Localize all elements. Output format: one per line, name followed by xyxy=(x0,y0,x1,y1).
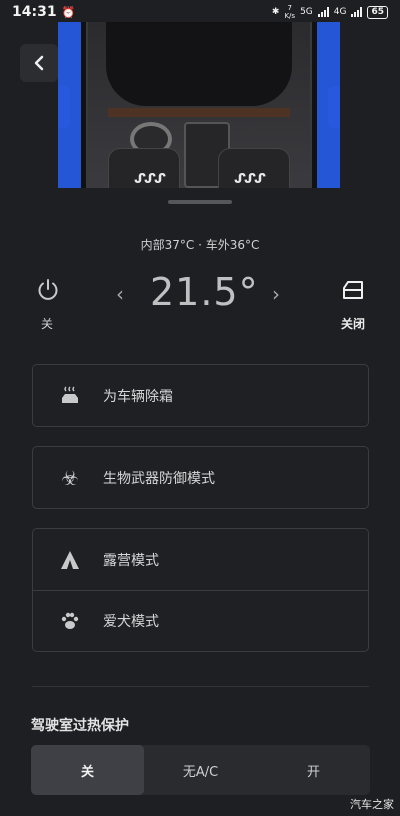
network-speed: 7 K/s xyxy=(284,4,296,20)
overheat-option-off[interactable]: 关 xyxy=(31,745,144,795)
chevron-left-icon xyxy=(34,55,44,71)
status-indicators: ✱ 7 K/s 5G 4G 65 xyxy=(272,4,388,20)
battery-indicator: 65 xyxy=(367,5,388,19)
temperature-readout: 内部37°C · 车外36°C xyxy=(140,238,260,252)
power-label: 关 xyxy=(41,317,54,331)
biohazard-icon: ☣ xyxy=(61,465,79,490)
camp-dog-card: 露营模式 爱犬模式 xyxy=(32,528,369,652)
cabin-overheat-title: 驾驶室过热保护 xyxy=(31,718,129,734)
overheat-option-no-ac[interactable]: 无A/C xyxy=(144,745,257,795)
defrost-card[interactable]: 为车辆除霜 xyxy=(32,364,369,427)
status-time: 14:31 xyxy=(12,4,57,20)
right-mirror xyxy=(328,86,340,128)
section-divider xyxy=(32,686,369,687)
temperature-setpoint: 21.5° xyxy=(150,270,259,314)
window-label: 关闭 xyxy=(341,317,366,331)
bioweapon-label: 生物武器防御模式 xyxy=(103,470,215,487)
window-icon[interactable] xyxy=(341,279,365,301)
signal-strength-icon xyxy=(317,7,329,17)
defrost-car-icon xyxy=(53,385,87,407)
cabin-overheat-segmented-control: 关 无A/C 开 xyxy=(31,745,370,795)
status-bar: 14:31 ⏰ ✱ 7 K/s 5G 4G 65 xyxy=(0,0,400,24)
dashboard-trim xyxy=(108,108,290,117)
temp-up-chevron-icon[interactable]: › xyxy=(272,282,280,306)
dog-label: 爱犬模式 xyxy=(103,614,159,630)
dog-row[interactable]: 爱犬模式 xyxy=(33,590,368,651)
drag-handle[interactable] xyxy=(168,200,232,204)
temp-down-chevron-icon[interactable]: ‹ xyxy=(116,282,124,306)
power-icon[interactable] xyxy=(36,278,60,302)
alarm-icon: ⏰ xyxy=(61,5,76,19)
left-mirror xyxy=(58,86,70,128)
camp-row[interactable]: 露营模式 xyxy=(33,529,368,590)
overheat-option-on[interactable]: 开 xyxy=(257,745,370,795)
signal-2-label: 4G xyxy=(333,7,347,17)
tent-icon xyxy=(53,549,87,571)
bioweapon-card[interactable]: ☣ 生物武器防御模式 xyxy=(32,446,369,509)
defrost-label: 为车辆除霜 xyxy=(103,388,173,405)
signal-1-label: 5G xyxy=(300,7,313,17)
seat-heater-icon[interactable]: ᔑᔑᔑ xyxy=(234,172,266,187)
paw-icon xyxy=(53,610,87,632)
car-cabin: ᔑᔑᔑ ᔑᔑᔑ xyxy=(88,22,310,188)
signal-strength-icon xyxy=(351,7,363,17)
bioweapon-row[interactable]: ☣ 生物武器防御模式 xyxy=(33,447,368,508)
back-button[interactable] xyxy=(20,44,58,82)
car-top-view: ᔑᔑᔑ ᔑᔑᔑ xyxy=(58,22,340,188)
watermark: 汽车之家 xyxy=(350,798,394,811)
camp-label: 露营模式 xyxy=(103,552,159,569)
bluetooth-icon: ✱ xyxy=(271,7,280,17)
defrost-row[interactable]: 为车辆除霜 xyxy=(33,365,368,426)
seat-heater-icon[interactable]: ᔑᔑᔑ xyxy=(134,172,166,187)
car-hood xyxy=(106,22,292,106)
